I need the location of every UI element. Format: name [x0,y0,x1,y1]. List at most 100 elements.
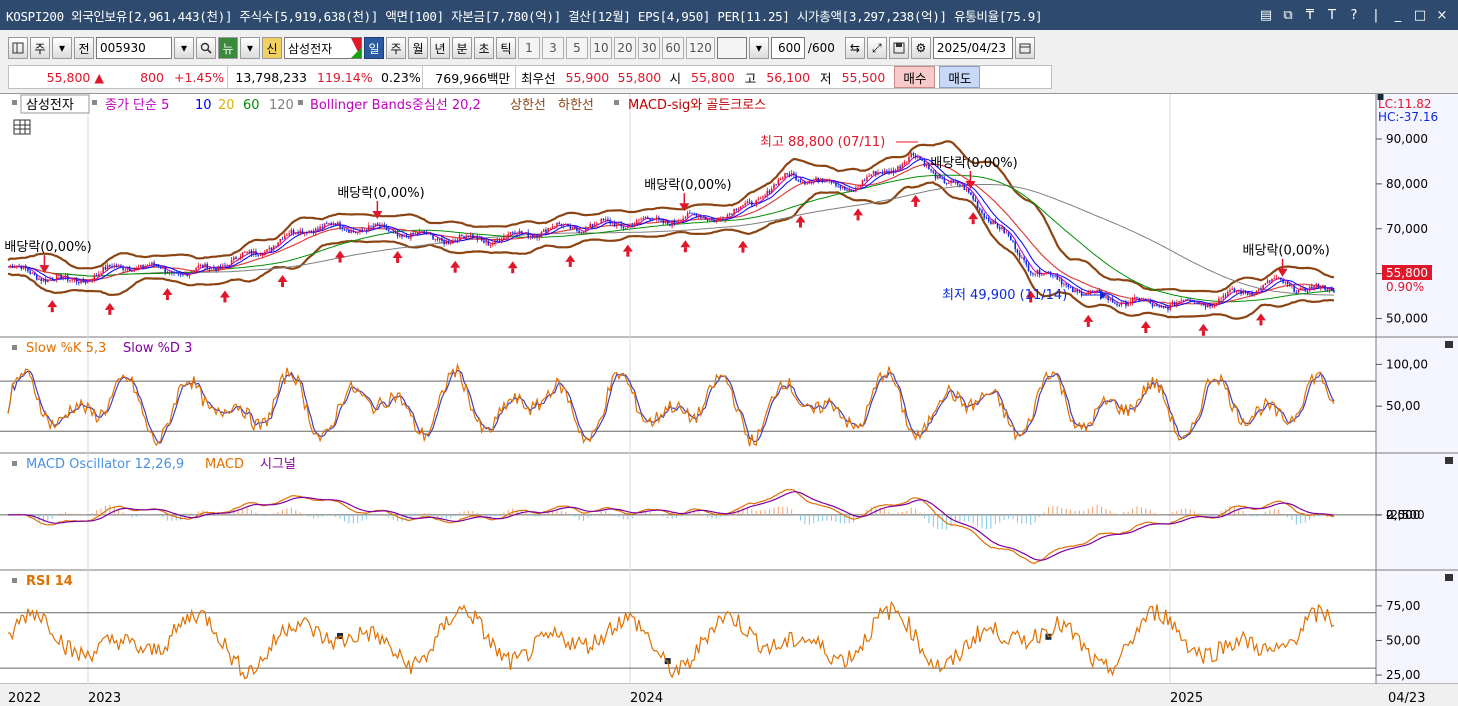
compare-button[interactable]: ⇆ [844,37,865,59]
search-button[interactable] [196,37,216,59]
candle-body [500,239,503,242]
panel-toggle-button[interactable] [8,37,28,59]
candle-body [936,175,939,179]
legend-rsi[interactable]: RSI 14 [26,574,73,589]
candle-body [1164,307,1167,309]
minimize-icon[interactable]: _ [1390,8,1406,23]
legend-bb-lower[interactable]: 하한선 [558,98,594,113]
pin-icon[interactable]: ₸ [1302,8,1318,23]
news-button[interactable]: 뉴 [218,37,238,59]
maximize-icon[interactable]: □ [1412,8,1428,23]
period-week-button[interactable]: 주 [386,37,406,59]
buy-button[interactable]: 매수 [894,66,936,88]
calendar-button[interactable] [1014,37,1035,59]
chart-canvas[interactable]: 삼성전자 종가 단순 5 10 20 60 120 Bollinger Band… [0,94,1458,706]
candle-body [874,171,877,175]
candle-body [573,226,576,229]
candle-body [852,191,855,192]
legend-bb-upper[interactable]: 상한선 [510,98,546,113]
interval-60-button[interactable]: 60 [662,37,684,59]
interval-5-button[interactable]: 5 [566,37,588,59]
candle-body [615,224,618,227]
period-second-button[interactable]: 초 [474,37,494,59]
candle-body [801,182,804,184]
candle-body [1038,270,1041,276]
custom-interval-input[interactable] [716,37,747,59]
help-icon[interactable]: ? [1346,8,1362,23]
date-input[interactable]: 2025/04/23 [932,37,1013,59]
legend-ma120[interactable]: 120 [269,98,294,113]
candle-body [684,217,687,219]
candle-body [821,179,824,181]
period-month-button[interactable]: 월 [408,37,428,59]
interval-120-button[interactable]: 120 [686,37,715,59]
candle-body [297,232,299,234]
text-icon[interactable]: T [1324,8,1340,23]
copy-window-icon[interactable]: ⧉ [1280,8,1296,23]
layout-icon[interactable]: ▤ [1258,8,1274,23]
candle-body [1198,303,1200,305]
candle-body [155,264,158,266]
legend-slow-k[interactable]: Slow %K 5,3 [26,341,106,356]
interval-1-button[interactable]: 1 [518,37,540,59]
period-minute-button[interactable]: 분 [452,37,472,59]
candle-body [144,266,147,268]
interval-10-button[interactable]: 10 [590,37,612,59]
period-year-button[interactable]: 년 [430,37,450,59]
legend-ma5[interactable]: 종가 단순 5 [105,98,169,113]
candle-body [89,280,91,282]
candle-body [182,274,184,276]
legend-slow-d[interactable]: Slow %D 3 [123,341,192,356]
legend-ma20[interactable]: 20 [218,98,235,113]
candle-body [890,170,893,174]
candle-body [1114,302,1116,304]
news-dropdown-button[interactable]: ▾ [240,37,260,59]
candle-body [923,160,926,167]
draw-tool-button[interactable]: ⤢ [866,37,887,59]
candle-body [1240,290,1242,294]
candle-body [483,240,485,243]
legend-ma60[interactable]: 60 [243,98,260,113]
legend-bb-center[interactable]: Bollinger Bands중심선 20,2 [310,98,481,113]
panel-minimize-icon[interactable] [1445,341,1453,348]
price-annotations: 배당락(0,00%) 배당락(0,00%) 배당락(0,00%) 배당락(0,00%)… [4,135,1330,336]
close-icon[interactable]: × [1434,8,1450,23]
chart-area[interactable]: 삼성전자 종가 단순 5 10 20 60 120 Bollinger Band… [0,93,1458,706]
stock-code-input[interactable]: 005930 [96,37,172,59]
legend-macd-osc[interactable]: MACD Oscillator 12,26,9 [26,457,184,472]
settings-button[interactable]: ⚙ [910,37,931,59]
legend-ma10[interactable]: 10 [195,98,212,113]
interval-20-button[interactable]: 20 [614,37,636,59]
dropdown-button[interactable]: ▾ [52,37,72,59]
panel-minimize-icon[interactable] [1445,574,1453,581]
candle-body [1271,278,1273,282]
code-dropdown-button[interactable]: ▾ [174,37,194,59]
candle-body [870,174,873,176]
legend-signal[interactable]: 시그널 [260,457,296,472]
legend-macd[interactable]: MACD [205,457,244,472]
panel-minimize-icon[interactable] [1445,457,1453,464]
period-day-button[interactable]: 일 [364,37,384,59]
interval-3-button[interactable]: 3 [542,37,564,59]
legend-stock: 삼성전자 [26,98,74,113]
interval-30-button[interactable]: 30 [638,37,660,59]
save-button[interactable] [888,37,909,59]
candle-body [195,268,197,271]
period-tick-button[interactable]: 틱 [496,37,516,59]
sell-button[interactable]: 매도 [939,66,981,88]
candle-body [250,250,253,255]
stock-type-button[interactable]: 주 [30,37,50,59]
stock-name-field[interactable]: 삼성전자 [284,37,362,59]
candle-body [777,179,780,185]
count-input[interactable]: 600 [770,37,805,59]
prev-button[interactable]: 전 [74,37,94,59]
candle-body [80,279,82,284]
candle-body [1293,285,1295,293]
interval-dropdown-button[interactable]: ▾ [748,37,769,59]
credit-button[interactable]: 신 [262,37,282,59]
candle-body [571,226,574,229]
candle-body [255,251,257,255]
legend-macd-cross[interactable]: MACD-sig와 골든크로스 [628,98,766,113]
data-table-icon[interactable] [13,119,31,135]
candle-body [491,243,494,245]
